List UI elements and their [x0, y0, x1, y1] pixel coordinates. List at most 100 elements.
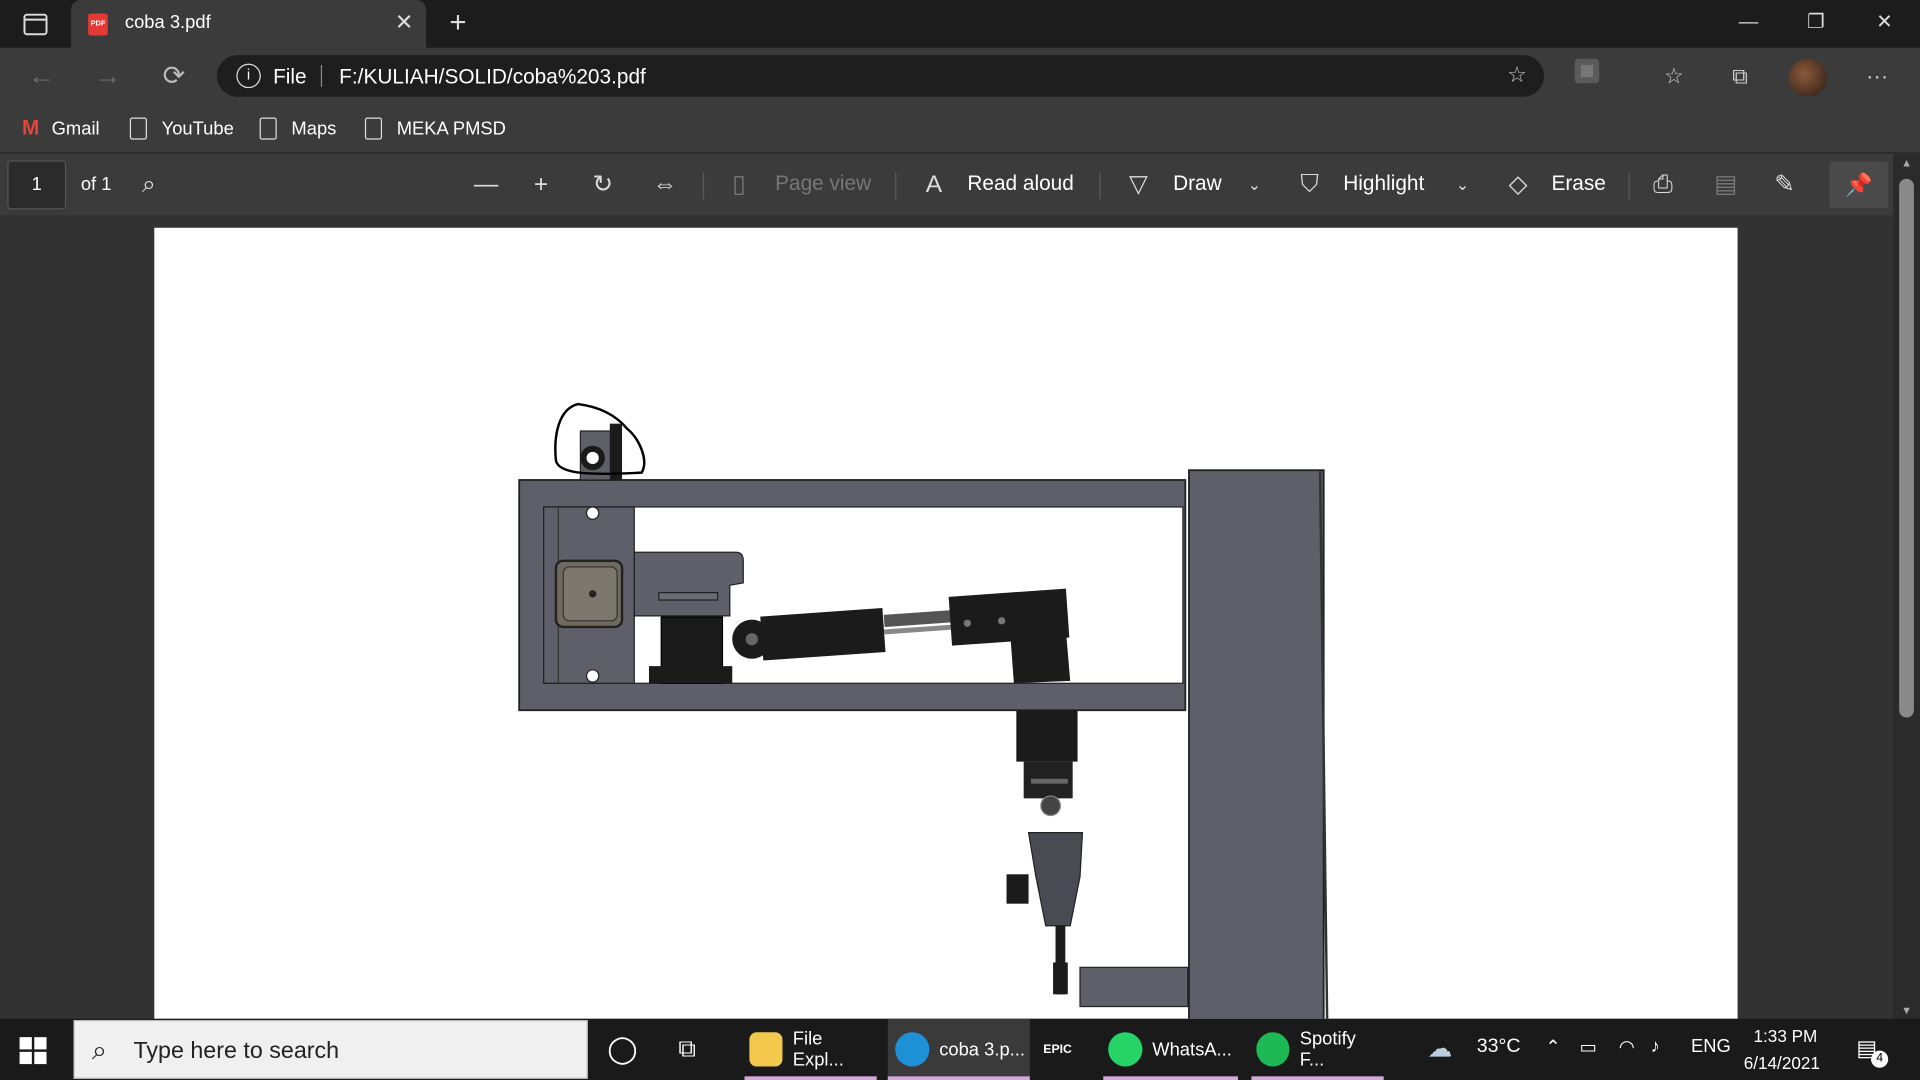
windows-start-icon[interactable] — [19, 1037, 47, 1065]
bookmark-gmail[interactable]: M Gmail — [22, 115, 100, 142]
volume-icon[interactable]: ♪ — [1651, 1036, 1660, 1057]
tab-actions-icon[interactable] — [17, 10, 54, 39]
back-button[interactable]: ← — [23, 58, 60, 95]
clock-date[interactable]: 6/14/2021 — [1744, 1053, 1820, 1073]
zoom-out-icon[interactable]: — — [474, 169, 498, 201]
taskbar-app-edge[interactable]: coba 3.p... — [887, 1018, 1030, 1080]
page-icon — [259, 117, 277, 140]
bookmark-label: YouTube — [161, 118, 234, 139]
toolbar-divider — [1628, 172, 1630, 200]
weather-icon[interactable]: ☁ — [1428, 1033, 1452, 1064]
search-icon: ⌕ — [91, 1034, 107, 1066]
draw-icon[interactable]: ▽ — [1129, 169, 1148, 201]
minimize-button[interactable]: — — [1724, 6, 1773, 40]
pin-toolbar-icon[interactable]: 📌 — [1829, 161, 1889, 209]
page-icon — [364, 117, 383, 140]
taskbar-app-spotify[interactable]: Spotify F... — [1251, 1019, 1384, 1080]
chevron-up-icon[interactable]: ⌃ — [1545, 1036, 1560, 1058]
folder-icon — [749, 1032, 783, 1067]
save-as-icon[interactable]: ✎ — [1774, 169, 1795, 201]
taskbar-search-box[interactable]: ⌕ Type here to search — [73, 1020, 588, 1079]
page-icon — [129, 117, 147, 140]
pdf-page — [154, 227, 1738, 1019]
toolbar-divider — [895, 172, 897, 200]
browser-tab[interactable]: PDF coba 3.pdf ✕ — [71, 0, 427, 48]
more-options-icon[interactable]: ··· — [1858, 58, 1897, 95]
taskbar: ⌕ Type here to search ◯ ⧉ File Expl... c… — [0, 1018, 1920, 1080]
cortana-icon[interactable]: ◯ — [607, 1019, 641, 1080]
restore-button[interactable]: ❐ — [1791, 6, 1840, 40]
app-label: File Expl... — [792, 1028, 844, 1071]
highlight-icon[interactable]: ⛉ — [1300, 169, 1318, 201]
search-icon[interactable]: ⌕ — [142, 169, 156, 201]
scroll-thumb[interactable] — [1899, 178, 1914, 718]
address-separator — [320, 64, 323, 87]
taskbar-app-file-explorer[interactable]: File Expl... — [744, 1019, 877, 1080]
epic-games-icon[interactable]: EPIC — [1043, 1019, 1085, 1080]
app-label: WhatsA... — [1152, 1038, 1232, 1060]
bookmark-label: MEKA PMSD — [396, 118, 506, 139]
eraser-icon[interactable]: ◇ — [1509, 169, 1528, 201]
app-label: coba 3.p... — [939, 1038, 1025, 1060]
profile-avatar[interactable] — [1788, 58, 1827, 97]
zoom-in-icon[interactable]: + — [534, 169, 548, 201]
whatsapp-icon — [1108, 1032, 1143, 1067]
scroll-up-icon[interactable]: ▲ — [1898, 157, 1915, 169]
chevron-down-icon[interactable]: ⌄ — [1248, 169, 1261, 201]
address-bar[interactable]: i File F:/KULIAH/SOLID/coba%203.pdf ☆ — [216, 55, 1545, 97]
forward-button[interactable]: → — [89, 58, 126, 95]
search-placeholder: Type here to search — [133, 1038, 340, 1065]
page-view-button: Page view — [775, 171, 872, 195]
pdf-toolbar: 1 of 1 ⌕ — + ↻ ⇔ ▯ Page view A Read alou… — [0, 154, 1920, 217]
language-indicator[interactable]: ENG — [1691, 1036, 1731, 1057]
read-aloud-icon[interactable]: A — [926, 169, 942, 201]
toolbar-divider — [1099, 172, 1101, 200]
pdf-file-icon: PDF — [88, 13, 108, 36]
save-icon: ▤ — [1714, 171, 1738, 199]
refresh-button[interactable]: ⟳ — [156, 58, 193, 95]
weather-temperature[interactable]: 33°C — [1477, 1036, 1521, 1058]
app-label: Spotify F... — [1299, 1028, 1356, 1071]
new-tab-button[interactable]: + — [441, 6, 475, 40]
chevron-down-icon[interactable]: ⌄ — [1456, 169, 1469, 201]
close-window-button[interactable]: ✕ — [1860, 6, 1909, 40]
address-url[interactable]: F:/KULIAH/SOLID/coba%203.pdf — [339, 65, 646, 89]
bookmark-label: Gmail — [51, 118, 100, 139]
cad-drawing — [518, 402, 1329, 1019]
bookmark-meka-pmsd[interactable]: MEKA PMSD — [364, 115, 506, 142]
bookmark-label: Maps — [291, 118, 337, 139]
erase-button[interactable]: Erase — [1551, 171, 1605, 195]
add-favorite-icon[interactable]: ☆ — [1507, 62, 1527, 88]
bookmarks-bar: M Gmail YouTube Maps MEKA PMSD — [0, 104, 1920, 154]
app-label: EPIC — [1043, 1042, 1072, 1057]
print-icon[interactable]: ⎙ — [1653, 169, 1673, 201]
highlight-button[interactable]: Highlight — [1343, 171, 1424, 195]
page-total: of 1 — [80, 173, 112, 195]
battery-icon[interactable]: ▭ — [1580, 1036, 1597, 1058]
read-aloud-button[interactable]: Read aloud — [967, 171, 1073, 195]
clock-time[interactable]: 1:33 PM — [1753, 1026, 1817, 1046]
wifi-icon[interactable]: ◠ — [1619, 1036, 1635, 1058]
address-scheme: File — [273, 64, 307, 89]
bookmark-youtube[interactable]: YouTube — [129, 115, 234, 142]
vertical-scrollbar[interactable]: ▲ ▼ — [1893, 154, 1920, 1019]
fit-page-icon[interactable]: ⇔ — [653, 169, 677, 201]
rotate-icon[interactable]: ↻ — [593, 169, 614, 201]
page-view-icon: ▯ — [732, 171, 746, 199]
favorites-icon[interactable]: ☆ — [1654, 58, 1693, 95]
edge-icon — [895, 1032, 930, 1067]
collections-icon[interactable]: ⧉ — [1720, 58, 1759, 95]
bookmark-maps[interactable]: Maps — [259, 115, 337, 142]
tab-title: coba 3.pdf — [124, 12, 211, 34]
taskbar-app-whatsapp[interactable]: WhatsA... — [1103, 1019, 1238, 1080]
task-view-icon[interactable]: ⧉ — [678, 1019, 712, 1080]
spotify-icon — [1256, 1032, 1290, 1067]
scroll-down-icon[interactable]: ▼ — [1898, 1004, 1915, 1016]
close-tab-icon[interactable]: ✕ — [392, 10, 416, 37]
notification-count: 4 — [1871, 1050, 1889, 1068]
extension-icon[interactable] — [1567, 58, 1606, 95]
navigation-bar: ← → ⟳ i File F:/KULIAH/SOLID/coba%203.pd… — [0, 47, 1920, 105]
page-number-input[interactable]: 1 — [7, 160, 67, 210]
info-icon[interactable]: i — [236, 63, 261, 89]
draw-button[interactable]: Draw — [1173, 171, 1222, 195]
